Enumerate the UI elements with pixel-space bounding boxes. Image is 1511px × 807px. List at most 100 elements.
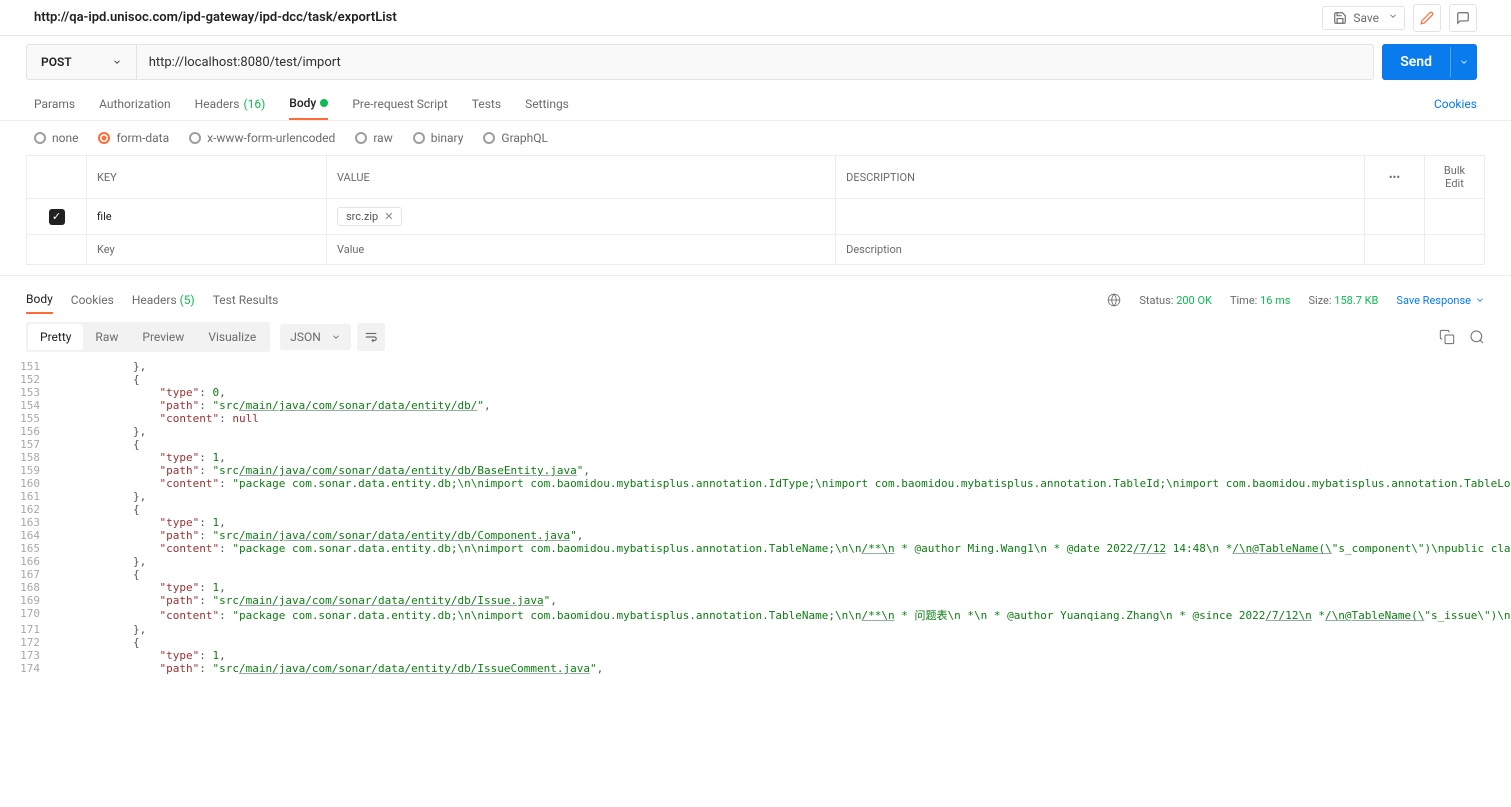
desc-placeholder[interactable]: Description <box>836 235 1365 265</box>
code-line: 165 "content": "package com.sonar.data.e… <box>0 542 1511 555</box>
col-more: ••• <box>1365 156 1425 199</box>
code-line: 162 { <box>0 503 1511 516</box>
row-desc[interactable] <box>836 199 1365 235</box>
cookies-link[interactable]: Cookies <box>1434 97 1477 111</box>
radio-urlencoded[interactable]: x-www-form-urlencoded <box>189 131 335 145</box>
resp-tab-cookies[interactable]: Cookies <box>71 287 114 313</box>
code-line: 170 "content": "package com.sonar.data.e… <box>0 607 1511 623</box>
method-url-container: POST http://localhost:8080/test/import <box>26 44 1374 80</box>
code-line: 169 "path": "src/main/java/com/sonar/dat… <box>0 594 1511 607</box>
response-tabs: Body Cookies Headers (5) Test Results St… <box>0 275 1511 314</box>
code-line: 161 }, <box>0 490 1511 503</box>
save-response-link[interactable]: Save Response <box>1396 294 1485 307</box>
code-line: 168 "type": 1, <box>0 581 1511 594</box>
save-button[interactable]: Save <box>1322 6 1390 30</box>
method-select[interactable]: POST <box>27 45 137 79</box>
tab-tests[interactable]: Tests <box>472 88 501 120</box>
radio-formdata[interactable]: form-data <box>98 131 169 145</box>
tab-actions: Save <box>1322 4 1477 32</box>
globe-icon[interactable] <box>1107 293 1121 307</box>
code-line: 166 }, <box>0 555 1511 568</box>
send-button[interactable]: Send <box>1382 44 1477 80</box>
size-value: 158.7 KB <box>1334 294 1378 307</box>
seg-preview[interactable]: Preview <box>130 324 196 350</box>
code-line: 163 "type": 1, <box>0 516 1511 529</box>
radio-none[interactable]: none <box>34 131 78 145</box>
row-value[interactable]: src.zip ✕ <box>326 199 835 235</box>
view-segments: Pretty Raw Preview Visualize <box>26 322 270 352</box>
format-select[interactable]: JSON <box>280 324 351 350</box>
tab-settings[interactable]: Settings <box>525 88 569 120</box>
formdata-row: ✓ file src.zip ✕ <box>27 199 1485 235</box>
chevron-down-icon <box>331 332 341 342</box>
code-line: 174 "path": "src/main/java/com/sonar/dat… <box>0 662 1511 675</box>
code-line: 160 "content": "package com.sonar.data.e… <box>0 477 1511 490</box>
code-line: 156 }, <box>0 425 1511 438</box>
comment-button[interactable] <box>1449 4 1477 32</box>
value-placeholder[interactable]: Value <box>326 235 835 265</box>
remove-file-icon[interactable]: ✕ <box>384 210 393 223</box>
save-label: Save <box>1353 11 1379 25</box>
method-label: POST <box>41 55 72 69</box>
send-dropdown[interactable] <box>1450 47 1477 77</box>
formdata-placeholder-row: Key Value Description <box>27 235 1485 265</box>
more-icon[interactable]: ••• <box>1389 171 1400 184</box>
tab-params[interactable]: Params <box>34 88 75 120</box>
seg-visualize[interactable]: Visualize <box>196 324 268 350</box>
url-input[interactable]: http://localhost:8080/test/import <box>137 45 1374 79</box>
resp-tab-tests[interactable]: Test Results <box>213 287 279 313</box>
code-line: 173 "type": 1, <box>0 649 1511 662</box>
code-line: 154 "path": "src/main/java/com/sonar/dat… <box>0 399 1511 412</box>
request-tabs: Params Authorization Headers (16) Body P… <box>0 88 1511 121</box>
key-placeholder[interactable]: Key <box>87 235 327 265</box>
resp-tab-headers[interactable]: Headers (5) <box>132 287 195 313</box>
time-value: 16 ms <box>1260 294 1290 307</box>
chevron-down-icon <box>1388 11 1398 21</box>
tab-body[interactable]: Body <box>289 88 328 120</box>
body-type-radios: none form-data x-www-form-urlencoded raw… <box>0 121 1511 155</box>
save-icon <box>1333 11 1347 25</box>
chevron-down-icon <box>1459 57 1469 67</box>
file-name: src.zip <box>346 210 378 223</box>
row-key[interactable]: file <box>87 199 327 235</box>
col-key: KEY <box>87 156 327 199</box>
resp-tab-body[interactable]: Body <box>26 286 53 314</box>
pencil-icon <box>1420 11 1434 25</box>
code-line: 167 { <box>0 568 1511 581</box>
tab-authorization[interactable]: Authorization <box>99 88 171 120</box>
seg-pretty[interactable]: Pretty <box>28 324 83 350</box>
search-icon[interactable] <box>1469 329 1485 345</box>
response-toolbar: Pretty Raw Preview Visualize JSON <box>0 314 1511 360</box>
code-line: 152 { <box>0 373 1511 386</box>
file-chip: src.zip ✕ <box>337 207 403 226</box>
code-line: 171 }, <box>0 623 1511 636</box>
col-desc: DESCRIPTION <box>836 156 1365 199</box>
seg-raw[interactable]: Raw <box>83 324 130 350</box>
send-label: Send <box>1382 44 1450 80</box>
radio-graphql[interactable]: GraphQL <box>483 131 548 145</box>
col-value: VALUE <box>326 156 835 199</box>
tab-prerequest[interactable]: Pre-request Script <box>352 88 447 120</box>
col-check <box>27 156 87 199</box>
response-body[interactable]: 151 },152 {153 "type": 0,154 "path": "sr… <box>0 360 1511 695</box>
code-line: 155 "content": null <box>0 412 1511 425</box>
radio-raw[interactable]: raw <box>355 131 392 145</box>
chevron-down-icon <box>112 57 122 67</box>
request-tab-bar: http://qa-ipd.unisoc.com/ipd-gateway/ipd… <box>0 0 1511 36</box>
save-dropdown[interactable] <box>1382 6 1405 30</box>
copy-icon[interactable] <box>1439 329 1455 345</box>
formdata-table: KEY VALUE DESCRIPTION ••• Bulk Edit ✓ fi… <box>26 155 1485 265</box>
tab-headers[interactable]: Headers (16) <box>195 88 266 120</box>
comment-icon <box>1456 11 1470 25</box>
request-row: POST http://localhost:8080/test/import S… <box>0 36 1511 88</box>
row-checkbox[interactable]: ✓ <box>49 209 65 225</box>
code-line: 159 "path": "src/main/java/com/sonar/dat… <box>0 464 1511 477</box>
bulk-edit[interactable]: Bulk Edit <box>1425 156 1485 199</box>
response-meta: Status: 200 OK Time: 16 ms Size: 158.7 K… <box>1107 293 1485 307</box>
edit-button[interactable] <box>1413 4 1441 32</box>
wrap-button[interactable] <box>357 323 385 351</box>
wrap-icon <box>364 330 378 344</box>
radio-binary[interactable]: binary <box>413 131 464 145</box>
tab-title: http://qa-ipd.unisoc.com/ipd-gateway/ipd… <box>34 10 397 25</box>
status-value: 200 OK <box>1176 294 1212 307</box>
